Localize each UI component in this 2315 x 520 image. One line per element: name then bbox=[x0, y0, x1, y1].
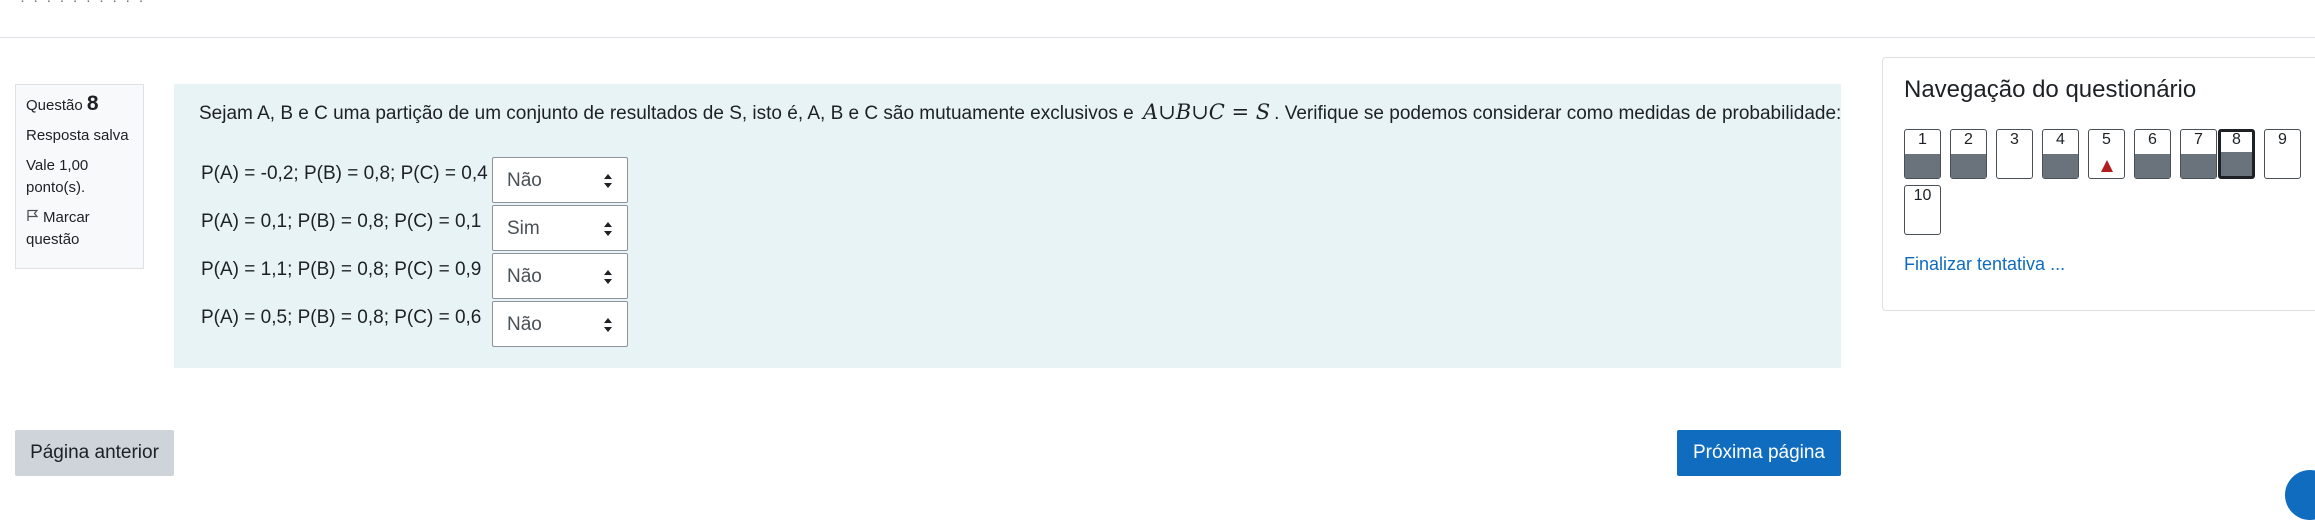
answered-indicator bbox=[2135, 154, 2170, 178]
answer-select-value: Sim bbox=[507, 218, 540, 239]
quiz-nav-number: 1 bbox=[1918, 131, 1927, 148]
quiz-nav-button-7[interactable]: 7 bbox=[2180, 129, 2217, 179]
quiz-nav-button-2[interactable]: 2 bbox=[1950, 129, 1987, 179]
quiz-nav-number: 4 bbox=[2056, 131, 2065, 148]
quiz-nav-button-6[interactable]: 6 bbox=[2134, 129, 2171, 179]
answered-indicator bbox=[1951, 154, 1986, 178]
quiz-nav-button-10[interactable]: 10 bbox=[1904, 185, 1941, 235]
flag-question-line1: Marcar bbox=[43, 209, 90, 226]
flag-triangle-icon bbox=[2101, 160, 2113, 172]
answered-indicator bbox=[2181, 154, 2216, 178]
previous-page-button[interactable]: Página anterior bbox=[15, 430, 174, 476]
quiz-nav-button-8[interactable]: 8 bbox=[2218, 129, 2255, 179]
quiz-nav-number: 8 bbox=[2232, 131, 2241, 148]
answer-row-label: P(A) = 1,1; P(B) = 0,8; P(C) = 0,9 bbox=[201, 259, 482, 280]
quiz-nav-number: 9 bbox=[2278, 131, 2287, 148]
question-info-panel: Questão 8 Resposta salva Vale 1,00 ponto… bbox=[15, 84, 144, 269]
answered-indicator bbox=[2043, 154, 2078, 178]
quiz-nav-number: 7 bbox=[2194, 131, 2203, 148]
question-text: Sejam A, B e C uma partição de um conjun… bbox=[199, 100, 1841, 125]
question-grade-line2: ponto(s). bbox=[26, 179, 86, 196]
quiz-nav-number: 10 bbox=[1913, 187, 1932, 204]
answer-row-label: P(A) = -0,2; P(B) = 0,8; P(C) = 0,4 bbox=[201, 163, 488, 184]
next-page-button[interactable]: Próxima página bbox=[1677, 430, 1841, 476]
question-text-start: Sejam A, B e C uma partição de um conjun… bbox=[199, 103, 1134, 124]
answer-select-value: Não bbox=[507, 314, 542, 335]
question-number: Questão 8 bbox=[26, 93, 133, 117]
quiz-nav-button-1[interactable]: 1 bbox=[1904, 129, 1941, 179]
answer-select-value: Não bbox=[507, 170, 542, 191]
question-text-end: . Verifique se podemos considerar como m… bbox=[1274, 103, 1842, 124]
answer-select[interactable]: Não bbox=[492, 253, 628, 299]
help-floating-button[interactable] bbox=[2285, 470, 2315, 520]
select-arrows-icon bbox=[604, 318, 612, 332]
select-arrows-icon bbox=[604, 222, 612, 236]
question-state: Resposta salva bbox=[26, 127, 129, 144]
quiz-nav-number: 3 bbox=[2010, 131, 2019, 148]
quiz-nav-button-9[interactable]: 9 bbox=[2264, 129, 2301, 179]
answered-indicator bbox=[2221, 152, 2252, 176]
top-header-strip: · · · · · · · · · · bbox=[0, 0, 2315, 38]
answer-select[interactable]: Sim bbox=[492, 205, 628, 251]
select-arrows-icon bbox=[604, 270, 612, 284]
answer-row-label: P(A) = 0,5; P(B) = 0,8; P(C) = 0,6 bbox=[201, 307, 482, 328]
flag-question-line2: questão bbox=[26, 231, 80, 249]
question-grade: Vale 1,00 ponto(s). bbox=[26, 155, 133, 199]
quiz-navigation-title: Navegação do questionário bbox=[1904, 76, 2197, 103]
quiz-nav-number: 6 bbox=[2148, 131, 2157, 148]
quiz-nav-number: 2 bbox=[1964, 131, 1973, 148]
question-number-label: Questão bbox=[26, 97, 83, 114]
flag-icon bbox=[26, 207, 39, 229]
select-arrows-icon bbox=[604, 174, 612, 188]
finish-attempt-link[interactable]: Finalizar tentativa ... bbox=[1904, 254, 2065, 275]
quiz-nav-number: 5 bbox=[2102, 131, 2111, 148]
answered-indicator bbox=[1905, 154, 1940, 178]
question-number-value: 8 bbox=[86, 92, 99, 115]
answer-row-label: P(A) = 0,1; P(B) = 0,8; P(C) = 0,1 bbox=[201, 211, 482, 232]
quiz-nav-button-4[interactable]: 4 bbox=[2042, 129, 2079, 179]
answer-select[interactable]: Não bbox=[492, 301, 628, 347]
quiz-navigation-block: Navegação do questionário 1 2 3 4 5 6 7 … bbox=[1882, 57, 2315, 311]
flag-question-link[interactable]: Marcar questão bbox=[26, 207, 133, 251]
quiz-nav-button-3[interactable]: 3 bbox=[1996, 129, 2033, 179]
quiz-nav-button-5[interactable]: 5 bbox=[2088, 129, 2125, 179]
answer-select[interactable]: Não bbox=[492, 157, 628, 203]
breadcrumb: · · · · · · · · · · bbox=[20, 0, 146, 9]
question-content: Sejam A, B e C uma partição de um conjun… bbox=[174, 84, 1841, 368]
answer-select-value: Não bbox=[507, 266, 542, 287]
question-grade-line1: Vale 1,00 bbox=[26, 157, 89, 174]
question-math: A∪B∪C = S bbox=[1142, 100, 1271, 124]
